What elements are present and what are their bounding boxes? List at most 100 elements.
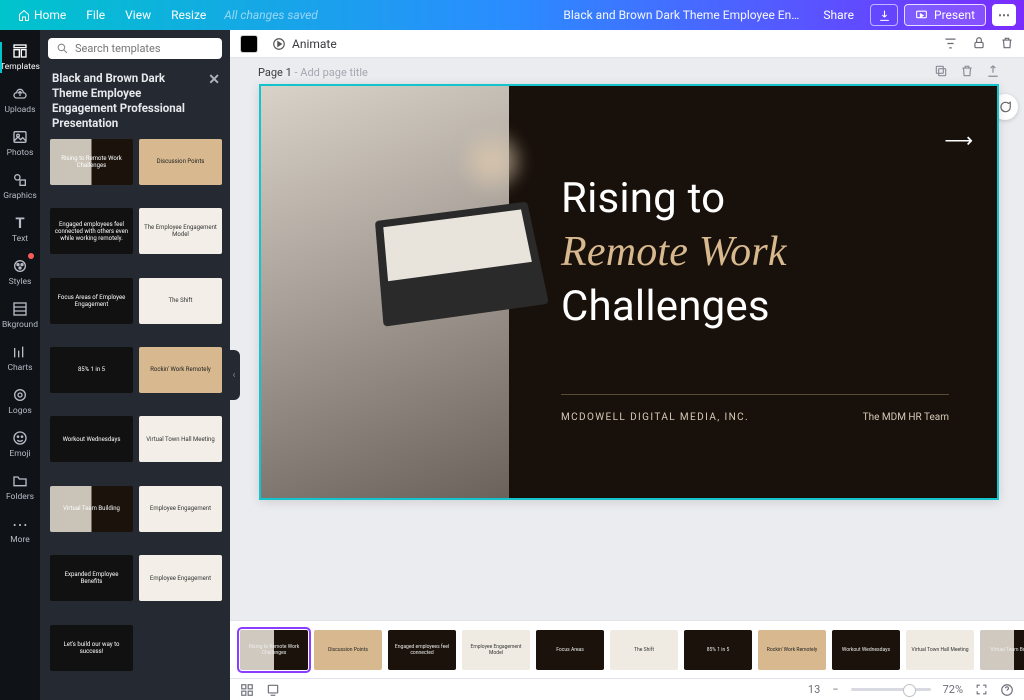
slide-headline[interactable]: Rising to Remote Work Challenges — [561, 172, 957, 333]
rail-item-background[interactable]: Bkground — [0, 294, 40, 337]
animate-button[interactable]: Animate — [266, 37, 343, 51]
zoom-slider[interactable] — [851, 688, 931, 691]
template-thumb[interactable]: Employee Engagement — [139, 555, 222, 601]
template-thumb[interactable]: The Shift — [139, 278, 222, 324]
page-count[interactable]: 13 — [808, 683, 820, 696]
export-page-icon[interactable] — [986, 64, 1000, 78]
arrow-icon[interactable]: ⟶ — [944, 128, 971, 152]
page-thumb[interactable]: Virtual Team Building — [980, 630, 1024, 670]
search-input[interactable] — [75, 42, 215, 55]
laptop-graphic — [375, 202, 549, 327]
rail-item-more[interactable]: ⋯ More — [0, 509, 40, 552]
template-thumb[interactable]: Virtual Team Building — [50, 486, 133, 532]
rail-label: Styles — [9, 277, 32, 287]
resize-menu[interactable]: Resize — [161, 8, 216, 22]
page-thumb[interactable]: Workout Wednesdays — [832, 630, 900, 670]
template-thumb[interactable]: Rockin' Work Remotely — [139, 347, 222, 393]
page-thumb[interactable]: 85% 1 in 5 — [684, 630, 752, 670]
page-label[interactable]: Page 1 - Add page title — [258, 66, 368, 79]
fullscreen-icon[interactable] — [975, 683, 988, 696]
rail-label: Folders — [6, 492, 34, 502]
rail-label: Bkground — [2, 320, 38, 330]
rail-item-text[interactable]: T Text — [0, 208, 40, 251]
template-thumb[interactable]: Employee Engagement — [139, 486, 222, 532]
context-toolbar: Animate — [230, 30, 1024, 58]
rail-item-emoji[interactable]: Emoji — [0, 423, 40, 466]
template-thumb[interactable]: Let's build our way to success! — [50, 625, 133, 671]
trash-icon[interactable] — [1000, 36, 1014, 51]
rail-item-templates[interactable]: Templates — [0, 36, 40, 79]
slide-footer-left[interactable]: MCDOWELL DIGITAL MEDIA, INC. — [561, 412, 749, 423]
view-menu[interactable]: View — [115, 8, 161, 22]
page-thumb[interactable]: Employee Engagement Model — [462, 630, 530, 670]
template-thumb[interactable]: Virtual Town Hall Meeting — [139, 416, 222, 462]
canvas-area: Page 1 - Add page title ⟶ Rising to Remo… — [230, 58, 1024, 620]
filter-icon[interactable] — [943, 36, 958, 51]
emoji-icon — [12, 430, 28, 446]
rail-label: Text — [12, 234, 28, 244]
page-thumb[interactable]: Discussion Points — [314, 630, 382, 670]
folders-icon — [12, 473, 28, 489]
rail-label: Uploads — [4, 105, 35, 115]
rail-label: Logos — [8, 406, 31, 416]
page-thumb[interactable]: Rockin' Work Remotely — [758, 630, 826, 670]
template-thumb[interactable]: Discussion Points — [139, 139, 222, 185]
rail-label: Photos — [7, 148, 34, 158]
template-thumb[interactable]: Expanded Employee Benefits — [50, 555, 133, 601]
rail-label: More — [10, 535, 30, 545]
home-button[interactable]: Home — [8, 8, 76, 22]
slide-canvas[interactable]: ⟶ Rising to Remote Work Challenges MCDOW… — [259, 84, 999, 500]
file-menu[interactable]: File — [76, 8, 115, 22]
page-thumb[interactable]: Virtual Town Hall Meeting — [906, 630, 974, 670]
notes-icon[interactable] — [266, 683, 280, 697]
background-color-swatch[interactable] — [240, 35, 258, 53]
rail-label: Emoji — [9, 449, 30, 459]
share-button[interactable]: Share — [813, 4, 864, 26]
rail-item-folders[interactable]: Folders — [0, 466, 40, 509]
delete-page-icon[interactable] — [960, 64, 974, 78]
page-thumb[interactable]: Rising to Remote Work Challenges — [240, 630, 308, 670]
headline-line3: Challenges — [561, 280, 957, 334]
slide-footer-right[interactable]: The MDM HR Team — [863, 412, 949, 423]
template-thumb[interactable]: Engaged employees feel connected with ot… — [50, 208, 133, 254]
help-icon[interactable] — [1000, 683, 1014, 697]
rail-item-graphics[interactable]: Graphics — [0, 165, 40, 208]
text-icon: T — [12, 215, 28, 231]
more-menu-button[interactable]: ⋯ — [992, 4, 1016, 26]
template-thumb[interactable]: 85% 1 in 5 — [50, 347, 133, 393]
headline-line2: Remote Work — [561, 226, 957, 280]
document-title[interactable]: Black and Brown Dark Theme Employee Enga… — [553, 8, 813, 22]
styles-icon — [12, 258, 28, 274]
zoom-out-icon[interactable]: − — [832, 683, 838, 696]
present-button[interactable]: Present — [904, 4, 986, 26]
collapse-panel-handle[interactable]: ‹ — [228, 350, 240, 400]
page-thumb[interactable]: Engaged employees feel connected — [388, 630, 456, 670]
template-thumb[interactable]: Rising to Remote Work Challenges — [50, 139, 133, 185]
duplicate-page-icon[interactable] — [934, 64, 948, 78]
rail-item-uploads[interactable]: Uploads — [0, 79, 40, 122]
templates-icon — [12, 43, 28, 59]
page-thumb[interactable]: The Shift — [610, 630, 678, 670]
rail-label: Templates — [0, 62, 40, 72]
graphics-icon — [12, 172, 28, 188]
download-button[interactable] — [870, 4, 898, 26]
template-thumb[interactable]: The Employee Engagement Model — [139, 208, 222, 254]
template-search[interactable] — [48, 38, 222, 59]
more-icon: ⋯ — [12, 516, 28, 532]
zoom-level[interactable]: 72% — [943, 683, 963, 696]
slide-photo[interactable] — [261, 86, 509, 498]
rail-item-styles[interactable]: Styles — [0, 251, 40, 294]
animate-icon — [272, 37, 286, 51]
rail-item-logos[interactable]: Logos — [0, 380, 40, 423]
rail-item-charts[interactable]: Charts — [0, 337, 40, 380]
grid-view-icon[interactable] — [240, 683, 254, 697]
lock-icon[interactable] — [972, 36, 986, 51]
close-panel-button[interactable]: ✕ — [208, 71, 220, 89]
logos-icon — [12, 387, 28, 403]
home-label: Home — [34, 8, 66, 22]
page-thumb[interactable]: Focus Areas — [536, 630, 604, 670]
rail-item-photos[interactable]: Photos — [0, 122, 40, 165]
template-thumb[interactable]: Workout Wednesdays — [50, 416, 133, 462]
page-number: Page 1 — [258, 66, 292, 79]
template-thumb[interactable]: Focus Areas of Employee Engagement — [50, 278, 133, 324]
